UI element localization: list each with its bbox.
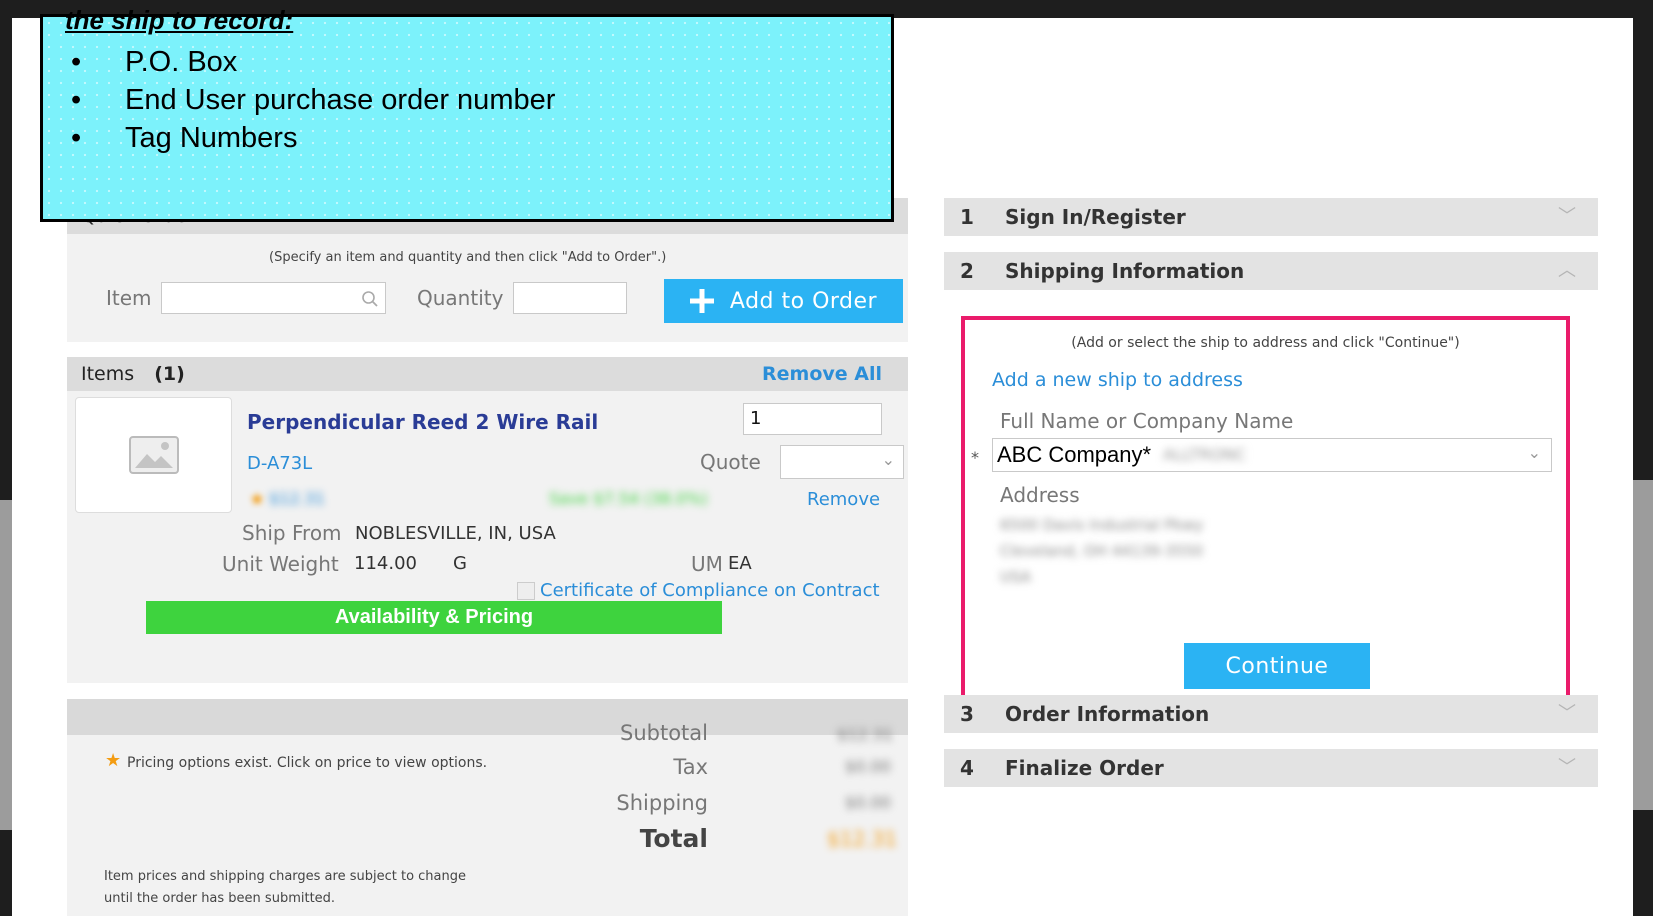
chevron-down-icon: ﹀ xyxy=(1558,206,1576,227)
add-to-order-label: Add to Order xyxy=(729,288,878,314)
checkout-page: Quick Order (Specify an item and quantit… xyxy=(12,5,1633,916)
step-title: Finalize Order xyxy=(1005,756,1164,780)
slide-frame-right-accent xyxy=(1631,480,1653,810)
shipping-value-blurred: $0.00 xyxy=(845,793,891,812)
price-disclaimer-line2: until the order has been submitted. xyxy=(104,891,336,906)
shipping-hint: (Add or select the ship to address and c… xyxy=(1071,335,1460,351)
quantity-input[interactable] xyxy=(513,282,627,314)
quick-order-hint: (Specify an item and quantity and then c… xyxy=(269,250,667,265)
chevron-up-icon: ︿ xyxy=(1558,260,1576,281)
required-asterisk: * xyxy=(971,448,979,467)
full-name-label: Full Name or Company Name xyxy=(1000,409,1294,433)
full-name-select[interactable]: ABC Company* ALLTRONC ⌄ xyxy=(992,438,1552,472)
double-chevron-down-icon: ⌄ xyxy=(1527,443,1541,462)
step-title: Shipping Information xyxy=(1005,259,1245,283)
callout-bullet: Tag Numbers xyxy=(71,119,555,157)
shipping-label: Shipping xyxy=(616,791,708,815)
subtotal-label: Subtotal xyxy=(620,721,708,745)
pricing-options-note: Pricing options exist. Click on price to… xyxy=(127,755,488,771)
remove-all-link[interactable]: Remove All xyxy=(762,357,882,391)
total-value-blurred: $12.31 xyxy=(827,827,897,851)
step-number: 4 xyxy=(960,756,974,780)
step-finalize-order[interactable]: 4 Finalize Order ﹀ xyxy=(944,749,1598,787)
address-label: Address xyxy=(1000,483,1080,507)
step-title: Order Information xyxy=(1005,702,1210,726)
step-sign-in[interactable]: 1 Sign In/Register ﹀ xyxy=(944,198,1598,236)
callout-bullet: P.O. Box xyxy=(71,43,555,81)
items-count: (1) xyxy=(154,363,185,385)
items-label: Items xyxy=(81,363,135,385)
quote-select[interactable]: ⌄ xyxy=(780,445,904,479)
product-price-blurred[interactable]: $12.31 xyxy=(269,489,325,508)
step-number: 3 xyxy=(960,702,974,726)
step-shipping-information[interactable]: 2 Shipping Information ︿ xyxy=(944,252,1598,290)
product-image[interactable] xyxy=(75,397,232,513)
step-number: 2 xyxy=(960,259,974,283)
quote-label: Quote xyxy=(700,450,761,474)
subtotal-value-blurred: $12.31 xyxy=(837,725,893,744)
totals-panel: ★ Pricing options exist. Click on price … xyxy=(67,721,908,916)
quick-order-panel: (Specify an item and quantity and then c… xyxy=(67,234,908,342)
um-label: UM xyxy=(691,552,723,576)
address-line3-blurred: USA xyxy=(1000,568,1032,586)
star-icon: ★ xyxy=(105,750,122,771)
callout-heading: the ship to record: xyxy=(65,5,294,35)
annotation-callout: the ship to record: P.O. Box End User pu… xyxy=(40,5,894,222)
full-name-value: ABC Company* xyxy=(997,442,1152,467)
quantity-label: Quantity xyxy=(417,286,504,310)
ship-from-value: NOBLESVILLE, IN, USA xyxy=(355,523,556,544)
plus-icon xyxy=(689,289,714,313)
add-to-order-button[interactable]: Add to Order xyxy=(664,279,903,323)
step-order-information[interactable]: 3 Order Information ﹀ xyxy=(944,695,1598,733)
price-disclaimer-line1: Item prices and shipping charges are sub… xyxy=(104,869,466,884)
availability-pricing-button[interactable]: Availability & Pricing xyxy=(146,601,722,634)
tax-label: Tax xyxy=(673,755,708,779)
address-line2-blurred: Cleveland, OH 44139-3550 xyxy=(1000,542,1204,560)
product-sku-link[interactable]: D-A73L xyxy=(247,453,312,474)
product-savings-blurred: Save $7.54 (38.0%) xyxy=(549,489,708,508)
unit-weight-value: 114.00 xyxy=(354,553,417,574)
item-search-input[interactable] xyxy=(161,282,386,314)
um-value: EA xyxy=(728,553,752,574)
item-label: Item xyxy=(106,286,152,310)
chevron-down-icon: ﹀ xyxy=(1558,703,1576,724)
step-number: 1 xyxy=(960,205,974,229)
certificate-checkbox[interactable] xyxy=(517,582,535,600)
total-label: Total xyxy=(639,824,708,853)
items-panel: Perpendicular Reed 2 Wire Rail 1 D-A73L … xyxy=(67,391,908,683)
double-chevron-down-icon: ⌄ xyxy=(881,450,895,469)
certificate-label[interactable]: Certificate of Compliance on Contract xyxy=(540,580,880,601)
chevron-down-icon: ﹀ xyxy=(1558,757,1576,778)
ship-from-label: Ship From xyxy=(242,521,342,545)
address-line1-blurred: 6500 Davis Industrial Pkwy xyxy=(1000,516,1204,534)
item-quantity-input[interactable]: 1 xyxy=(743,403,882,435)
remove-item-link[interactable]: Remove xyxy=(807,489,880,510)
unit-weight-unit: G xyxy=(453,553,467,574)
tax-value-blurred: $0.00 xyxy=(845,757,891,776)
continue-button[interactable]: Continue xyxy=(1184,643,1370,689)
callout-bullet: End User purchase order number xyxy=(71,81,555,119)
shipping-address-form: (Add or select the ship to address and c… xyxy=(961,316,1570,713)
callout-bullet-list: P.O. Box End User purchase order number … xyxy=(71,43,555,157)
unit-weight-label: Unit Weight xyxy=(222,552,339,576)
full-name-blurred: ALLTRONC xyxy=(1163,445,1247,464)
step-title: Sign In/Register xyxy=(1005,205,1186,229)
add-new-ship-address-link[interactable]: Add a new ship to address xyxy=(992,369,1243,391)
image-placeholder-icon xyxy=(129,436,179,474)
items-header: Items (1) Remove All xyxy=(67,357,908,391)
search-icon xyxy=(362,291,378,307)
totals-header xyxy=(67,699,908,735)
product-name-link[interactable]: Perpendicular Reed 2 Wire Rail xyxy=(247,410,598,434)
pricing-star-icon: ★ xyxy=(249,489,266,510)
